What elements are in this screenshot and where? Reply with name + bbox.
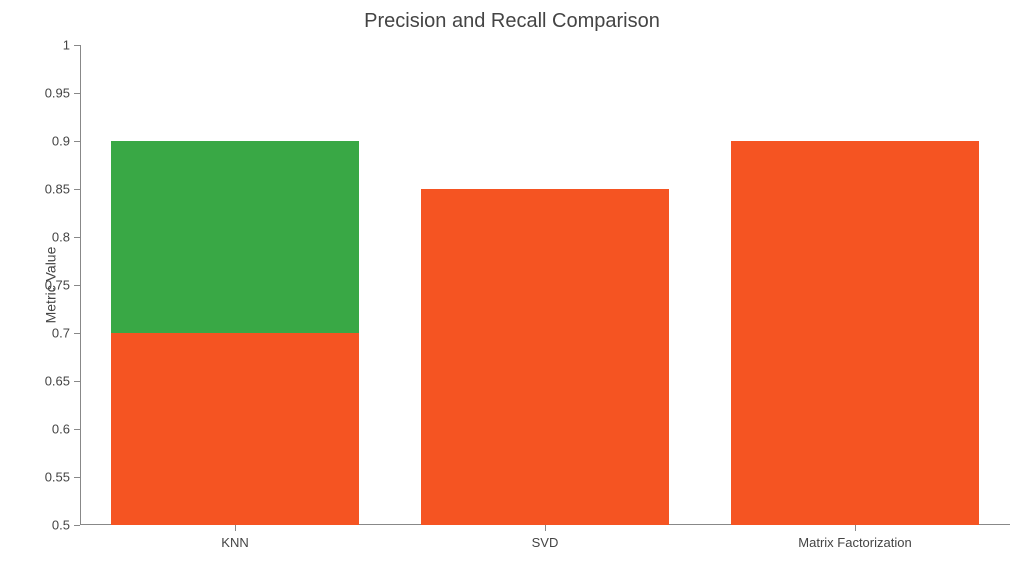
- y-tick: [74, 141, 80, 142]
- bar-recall-mf: [731, 141, 979, 525]
- y-tick-label: 0.8: [52, 230, 70, 245]
- bar-recall-svd: [421, 189, 669, 525]
- y-tick: [74, 525, 80, 526]
- y-tick: [74, 381, 80, 382]
- y-tick: [74, 333, 80, 334]
- y-axis-line: [80, 45, 81, 525]
- y-tick: [74, 429, 80, 430]
- x-tick-label: SVD: [532, 535, 559, 550]
- plot-area: 0.5 0.55 0.6 0.65 0.7 0.75 0.8 0.85 0.9 …: [80, 45, 1010, 525]
- bar-recall-knn: [111, 333, 359, 525]
- y-tick-label: 0.85: [45, 182, 70, 197]
- y-tick: [74, 189, 80, 190]
- y-tick: [74, 93, 80, 94]
- y-tick-label: 0.5: [52, 518, 70, 533]
- y-tick-label: 0.6: [52, 422, 70, 437]
- x-tick-label: KNN: [221, 535, 248, 550]
- chart-container: Precision and Recall Comparison Metric V…: [0, 0, 1024, 569]
- y-tick-label: 0.55: [45, 470, 70, 485]
- y-tick-label: 0.75: [45, 278, 70, 293]
- y-tick-label: 0.9: [52, 134, 70, 149]
- y-tick-label: 0.65: [45, 374, 70, 389]
- y-tick: [74, 45, 80, 46]
- chart-title: Precision and Recall Comparison: [0, 10, 1024, 33]
- y-tick: [74, 285, 80, 286]
- y-tick-label: 1: [63, 38, 70, 53]
- x-tick: [545, 525, 546, 531]
- x-tick: [855, 525, 856, 531]
- y-tick: [74, 477, 80, 478]
- y-tick-label: 0.95: [45, 86, 70, 101]
- y-tick-label: 0.7: [52, 326, 70, 341]
- x-tick-label: Matrix Factorization: [798, 535, 911, 550]
- x-tick: [235, 525, 236, 531]
- y-tick: [74, 237, 80, 238]
